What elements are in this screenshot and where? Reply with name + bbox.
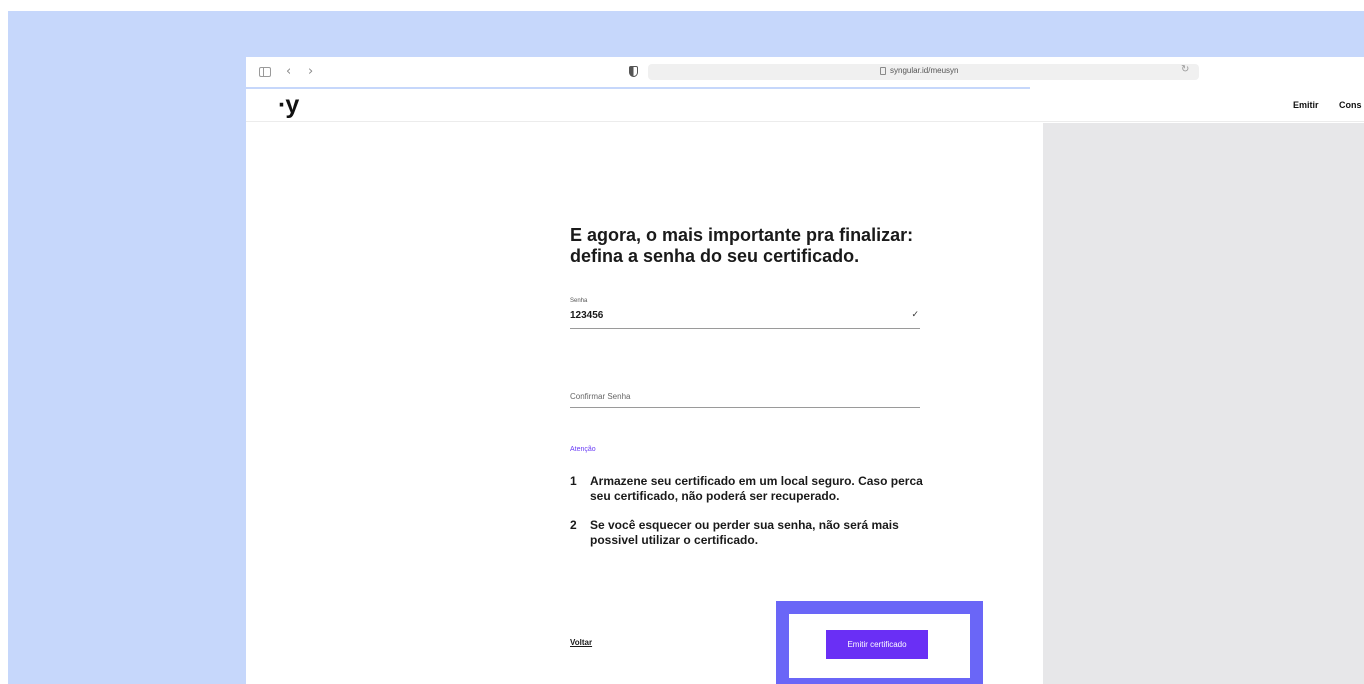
password-field[interactable]: Senha 123456 ✓ — [570, 298, 920, 329]
address-bar[interactable]: syngular.id/meusyn — [648, 64, 1199, 80]
back-arrow-icon[interactable]: ‹ — [286, 65, 291, 78]
emit-certificate-button[interactable]: Emitir certificado — [826, 630, 928, 659]
note-text: Se você esquecer ou perder sua senha, nã… — [590, 518, 899, 547]
confirm-password-placeholder: Confirmar Senha — [570, 392, 631, 401]
attention-note: 1 Armazene seu certificado em um local s… — [570, 474, 930, 504]
note-text: Armazene seu certificado em um local seg… — [590, 474, 923, 503]
password-label: Senha — [570, 298, 588, 304]
check-icon: ✓ — [911, 310, 919, 320]
attention-label: Atenção — [570, 446, 596, 453]
browser-window: ‹ › syngular.id/meusyn ↻ ·y Emitir Cons … — [246, 57, 1364, 684]
sidebar-toggle-icon[interactable] — [259, 67, 271, 77]
password-value[interactable]: 123456 — [570, 310, 603, 321]
attention-note: 2 Se você esquecer ou perder sua senha, … — [570, 518, 930, 548]
page-title: E agora, o mais importante pra finalizar… — [570, 225, 970, 267]
url-text: syngular.id/meusyn — [890, 66, 959, 75]
forward-arrow-icon[interactable]: › — [308, 65, 313, 78]
note-number: 1 — [570, 474, 577, 488]
page-title-line-2: defina a senha do seu certificado. — [570, 246, 860, 266]
nav-cons-link[interactable]: Cons — [1339, 100, 1362, 110]
site-header: ·y Emitir Cons — [246, 89, 1364, 122]
lock-icon — [880, 67, 886, 75]
back-link[interactable]: Voltar — [570, 638, 592, 647]
page-title-line-1: E agora, o mais importante pra finalizar… — [570, 225, 914, 245]
syngular-logo[interactable]: ·y — [278, 91, 299, 120]
browser-toolbar: ‹ › syngular.id/meusyn ↻ — [246, 57, 1364, 87]
shield-icon[interactable] — [629, 66, 638, 77]
reload-icon[interactable]: ↻ — [1181, 64, 1189, 75]
nav-emitir-link[interactable]: Emitir — [1293, 100, 1319, 110]
confirm-password-field[interactable]: Confirmar Senha — [570, 377, 920, 408]
right-side-panel — [1043, 123, 1364, 684]
note-number: 2 — [570, 518, 577, 532]
